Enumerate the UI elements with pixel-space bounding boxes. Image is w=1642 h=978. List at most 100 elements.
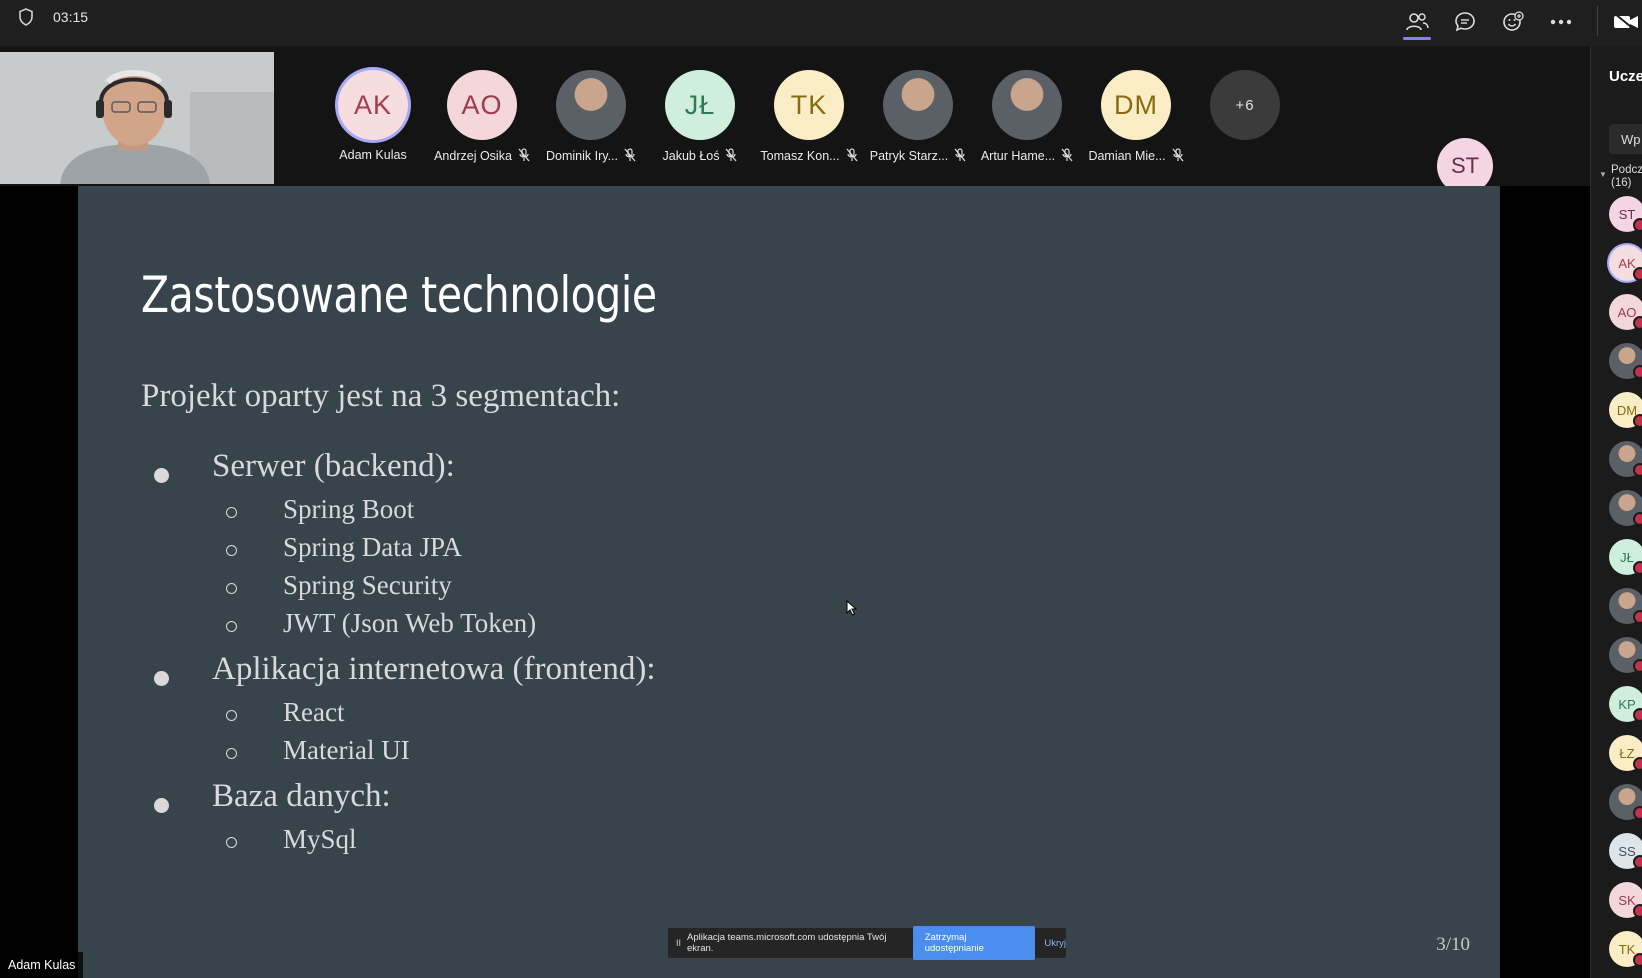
panel-participant-avatar[interactable] xyxy=(1609,784,1642,820)
sub-bullet-icon xyxy=(226,748,237,759)
meeting-timer: 03:15 xyxy=(53,9,89,25)
participant-name-text: Patryk Starz... xyxy=(869,148,949,163)
participant-name: Jakub Łoś xyxy=(637,148,763,165)
participant-tile[interactable]: AK Adam Kulas xyxy=(318,46,428,186)
panel-participant-avatar[interactable] xyxy=(1609,343,1642,379)
mic-off-icon xyxy=(725,148,737,165)
participant-name-text: Jakub Łoś xyxy=(662,148,720,163)
participant-tile[interactable]: TK Tomasz Kon... xyxy=(754,46,864,186)
participant-name-text: Damian Mie... xyxy=(1088,148,1166,163)
slide-sub-bullet: MySql xyxy=(283,824,357,854)
mic-off-icon xyxy=(624,148,636,165)
participant-name: Artur Hame... xyxy=(964,148,1090,165)
chat-icon[interactable] xyxy=(1449,5,1481,39)
status-badge xyxy=(1633,708,1642,722)
slide-bullet: Aplikacja internetowa (frontend): xyxy=(212,651,656,687)
meeting-top-bar: 03:15 xyxy=(0,0,1642,46)
slide-sub-bullet: JWT (Json Web Token) xyxy=(283,608,537,638)
mic-off-icon xyxy=(1172,148,1184,165)
participant-tile[interactable]: AO Andrzej Osika xyxy=(427,46,537,186)
sub-bullet-icon xyxy=(226,507,237,518)
react-icon[interactable] xyxy=(1497,5,1529,39)
status-badge xyxy=(1633,659,1642,673)
panel-participant-avatar[interactable] xyxy=(1609,588,1642,624)
section-count: (16) xyxy=(1611,177,1632,189)
more-icon[interactable] xyxy=(1545,5,1577,39)
more-participants-tile[interactable]: +6 xyxy=(1190,46,1300,186)
panel-participant-avatar[interactable] xyxy=(1609,637,1642,673)
presenter-name-label: Adam Kulas xyxy=(0,952,84,978)
panel-participant-avatar[interactable]: JŁ xyxy=(1609,539,1642,575)
slide-sub-bullet: Material UI xyxy=(283,735,410,765)
participant-tile[interactable]: JŁ Jakub Łoś xyxy=(645,46,755,186)
panel-participant-avatar[interactable] xyxy=(1609,490,1642,526)
collapse-caret-icon[interactable]: ▼ xyxy=(1599,170,1607,179)
participant-tile[interactable]: Artur Hame... xyxy=(972,46,1082,186)
panel-title: Ucze xyxy=(1609,68,1642,85)
panel-participant-avatar[interactable]: AK xyxy=(1609,245,1642,281)
status-badge xyxy=(1633,757,1642,771)
avatar: AO xyxy=(447,70,517,140)
panel-participant-avatar[interactable]: ST xyxy=(1609,196,1642,232)
participant-name: Dominik Iry... xyxy=(528,148,654,165)
avatar: DM xyxy=(1101,70,1171,140)
avatar: JŁ xyxy=(665,70,735,140)
panel-participant-avatar[interactable] xyxy=(1609,441,1642,477)
participant-name: Damian Mie... xyxy=(1073,148,1199,165)
participant-tile[interactable]: Dominik Iry... xyxy=(536,46,646,186)
avatar: TK xyxy=(774,70,844,140)
panel-section-header[interactable]: Podcz (16) xyxy=(1611,164,1642,190)
panel-participant-avatar[interactable]: SS xyxy=(1609,833,1642,869)
slide-sub-bullet: Spring Data JPA xyxy=(283,532,463,562)
participant-name-text: Artur Hame... xyxy=(980,148,1056,163)
stop-sharing-button[interactable]: Zatrzymaj udostępnianie xyxy=(912,926,1036,960)
camera-off-icon[interactable] xyxy=(1612,5,1642,39)
mic-off-icon xyxy=(1061,148,1073,165)
presentation-slide: Zastosowane technologie Projekt oparty j… xyxy=(78,186,1500,978)
participant-name: Andrzej Osika xyxy=(419,148,545,165)
sub-bullet-icon xyxy=(226,621,237,632)
shared-screen-stage: Zastosowane technologie Projekt oparty j… xyxy=(0,186,1590,978)
participant-name-text: Dominik Iry... xyxy=(546,148,618,163)
slide-sub-bullet: Spring Security xyxy=(283,570,452,600)
bullet-icon xyxy=(154,468,169,483)
status-badge xyxy=(1633,414,1642,428)
panel-participant-avatar[interactable]: KP xyxy=(1609,686,1642,722)
panel-participant-avatar[interactable]: TK xyxy=(1609,931,1642,967)
participant-name: Adam Kulas xyxy=(310,148,436,162)
people-icon[interactable] xyxy=(1401,5,1433,40)
status-badge xyxy=(1633,365,1642,379)
pause-icon: II xyxy=(676,938,682,948)
panel-participant-avatar[interactable]: ŁZ xyxy=(1609,735,1642,771)
status-badge xyxy=(1633,512,1642,526)
presenter-video xyxy=(0,52,274,184)
slide-bullet: Baza danych: xyxy=(212,778,391,814)
panel-participant-avatar[interactable]: DM xyxy=(1609,392,1642,428)
avatar xyxy=(556,70,626,140)
slide-sub-bullet: React xyxy=(283,697,345,727)
panel-search-tab[interactable]: Wp xyxy=(1609,124,1642,154)
sub-bullet-icon xyxy=(226,837,237,848)
participant-tile[interactable]: Patryk Starz... xyxy=(863,46,973,186)
avatar xyxy=(883,70,953,140)
slide-bullet: Serwer (backend): xyxy=(212,448,455,484)
status-badge xyxy=(1633,610,1642,624)
participant-tile[interactable]: DM Damian Mie... xyxy=(1081,46,1191,186)
sub-bullet-icon xyxy=(226,583,237,594)
hide-link[interactable]: Ukryj xyxy=(1044,938,1066,949)
status-badge xyxy=(1633,855,1642,869)
status-badge xyxy=(1633,806,1642,820)
section-label: Podcz xyxy=(1611,164,1642,176)
slide-sub-bullet: Spring Boot xyxy=(283,494,415,524)
panel-participant-avatar[interactable]: SK xyxy=(1609,882,1642,918)
status-badge xyxy=(1633,218,1642,232)
participant-strip: AK Adam Kulas AO Andrzej Osika Dominik Iry..… xyxy=(0,46,1590,194)
status-badge xyxy=(1633,561,1642,575)
slide-page-number: 3/10 xyxy=(1436,934,1470,955)
panel-participant-avatar[interactable]: AO xyxy=(1609,294,1642,330)
avatar: AK xyxy=(338,70,408,140)
participant-name: Patryk Starz... xyxy=(855,148,981,165)
overflow-count: +6 xyxy=(1210,70,1280,140)
participant-name-text: Tomasz Kon... xyxy=(760,148,840,163)
status-badge xyxy=(1633,316,1642,330)
